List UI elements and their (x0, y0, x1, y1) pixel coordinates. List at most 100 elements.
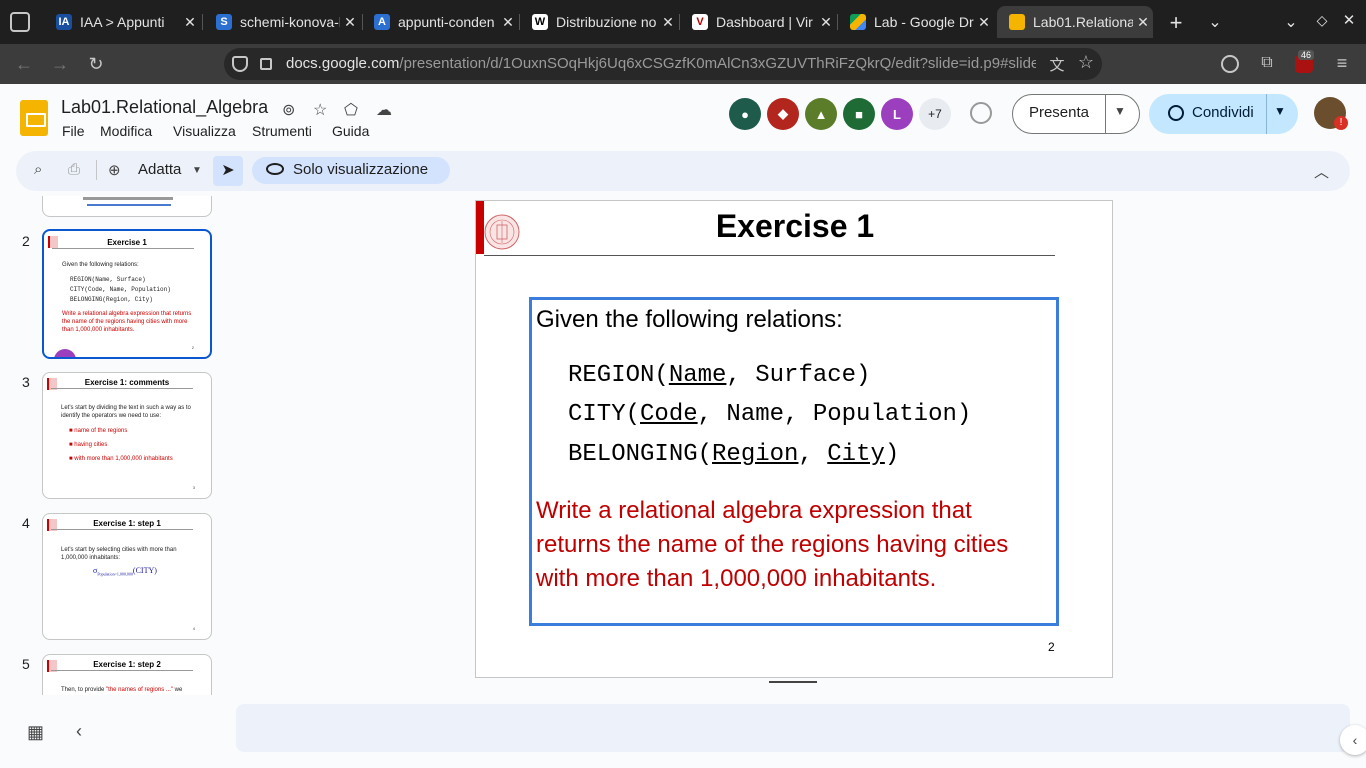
collapse-filmstrip-icon[interactable]: ‹ (76, 721, 82, 742)
globe-icon (1168, 105, 1184, 121)
share-button-label[interactable]: Condividi (1192, 104, 1254, 121)
slides-logo-icon[interactable] (20, 100, 48, 136)
shield-icon[interactable] (232, 56, 248, 72)
window-maximize-icon[interactable]: ◇ (1313, 12, 1331, 30)
translate-icon[interactable]: 文 (1047, 54, 1067, 74)
thumb-relation: REGION(Name, Surface) (70, 276, 146, 283)
menu-strumenti[interactable]: Strumenti (252, 123, 312, 139)
slide-thumbnail-3[interactable]: Exercise 1: comments Let's start by divi… (42, 372, 212, 499)
notes-resize-handle[interactable] (769, 681, 817, 683)
thumb-title: Exercise 1: step 2 (93, 660, 161, 669)
browser-tab-active[interactable]: Lab01.Relationa ✕ (997, 6, 1153, 38)
close-tab-icon[interactable]: ✕ (658, 14, 678, 31)
account-icon[interactable] (1221, 55, 1239, 73)
thumb-title: Exercise 1: comments (84, 378, 170, 387)
search-icon[interactable]: ⌕ (34, 161, 42, 178)
thumb-text: Let's start by selecting cities with mor… (61, 547, 177, 561)
zoom-icon[interactable]: ⊕ (108, 161, 121, 179)
select-cursor-button[interactable]: ➤ (213, 156, 243, 186)
slide-intro: Given the following relations: (536, 306, 843, 333)
close-tab-icon[interactable]: ✕ (816, 14, 836, 31)
relation-text: , (798, 441, 828, 468)
reload-icon[interactable]: ↻ (84, 52, 108, 76)
thumb-text-quote: "the names of regions ..." (106, 687, 173, 693)
grid-view-icon[interactable]: ▦ (27, 722, 44, 743)
move-folder-icon[interactable]: ⬠ (344, 100, 358, 120)
window-minimize-icon[interactable]: ⌄ (1282, 12, 1300, 31)
browser-tab[interactable]: IA IAA > Appunti ✕ (44, 6, 200, 38)
back-arrow-icon[interactable]: ← (12, 52, 36, 76)
thumb-title: Exercise 1: step 1 (93, 519, 161, 528)
collaborator-avatar[interactable]: ● (729, 98, 761, 130)
menu-guida[interactable]: Guida (332, 123, 369, 139)
zoom-select[interactable]: Adatta (138, 161, 181, 178)
browser-tab[interactable]: W Distribuzione no ✕ (520, 6, 678, 38)
collaborator-avatar[interactable]: ◆ (767, 98, 799, 130)
present-button-label[interactable]: Presenta (1014, 104, 1104, 121)
window-close-icon[interactable]: ✕ (1340, 11, 1358, 29)
browser-tab[interactable]: Lab - Google Dri ✕ (838, 6, 994, 38)
side-panel-toggle-icon[interactable]: ‹ (1340, 725, 1366, 755)
slide-thumbnail-1[interactable] (42, 196, 212, 217)
thumbnail-number: 4 (22, 515, 30, 531)
menu-file[interactable]: File (62, 123, 85, 139)
thumb-text: Given the following relations: (62, 262, 139, 268)
collaborator-avatar[interactable]: L (881, 98, 913, 130)
tab-search-chevron-icon[interactable]: ⌄ (1205, 12, 1225, 32)
browser-tab[interactable]: A appunti-conden ✕ (362, 6, 518, 38)
collaborator-avatar[interactable]: ■ (843, 98, 875, 130)
collapse-toolbar-icon[interactable]: ︿ (1314, 161, 1329, 182)
thumb-partial-link (87, 204, 171, 206)
lock-icon[interactable] (260, 58, 272, 70)
thumb-formula-rel: (CITY) (132, 566, 157, 575)
url-text[interactable]: docs.google.com/presentation/d/1OuxnSOqH… (286, 55, 1036, 73)
thumb-text-part: Then, to provide (61, 687, 107, 693)
close-tab-icon[interactable]: ✕ (340, 14, 360, 31)
share-divider (1266, 94, 1267, 134)
slide-thumbnail-4[interactable]: Exercise 1: step 1 Let's start by select… (42, 513, 212, 640)
version-history-icon[interactable] (970, 102, 992, 124)
slide-thumbnail-5[interactable]: Exercise 1: step 2 Then, to provide "the… (42, 654, 212, 695)
relation-text: CITY( (568, 401, 641, 428)
thumb-relation: BELONGING(Region, City) (70, 296, 153, 303)
close-tab-icon[interactable]: ✕ (180, 14, 200, 31)
menu-modifica[interactable]: Modifica (100, 123, 152, 139)
speaker-notes[interactable] (236, 704, 1350, 752)
thumbnail-number: 5 (22, 656, 30, 672)
browser-menu-icon[interactable]: ≡ (1333, 53, 1351, 73)
relation-key: Name (668, 362, 727, 389)
collaborator-avatar[interactable]: ▲ (805, 98, 837, 130)
thumb-task: Write a relational algebra expression th… (62, 311, 192, 333)
wikipedia-icon: W (532, 14, 548, 30)
browser-tab[interactable]: V Dashboard | Vir ✕ (680, 6, 836, 38)
tab-overview-icon[interactable] (10, 12, 30, 32)
browser-tab[interactable]: S schemi-konova-l ✕ (204, 6, 360, 38)
close-tab-icon[interactable]: ✕ (498, 14, 518, 31)
more-collaborators-badge[interactable]: +7 (919, 98, 951, 130)
close-tab-icon[interactable]: ✕ (974, 14, 994, 31)
warning-icon: ! (1334, 116, 1348, 130)
thumb-formula: σPopulation>1,000,000(CITY) (93, 566, 211, 579)
print-icon[interactable]: ⎙ (68, 161, 80, 178)
extensions-puzzle-icon[interactable]: ⧉ (1257, 54, 1277, 74)
tab-favicon: V (692, 14, 708, 30)
thumb-bullet: ■ having cities (69, 442, 108, 448)
menu-visualizza[interactable]: Visualizza (173, 123, 236, 139)
thumb-text-part: we (173, 687, 183, 693)
document-title[interactable]: Lab01.Relational_Algebra (61, 97, 268, 118)
cloud-saved-icon[interactable]: ☁ (376, 100, 392, 120)
thumb-title: Exercise 1 (107, 238, 147, 247)
zoom-dropdown-icon[interactable]: ▼ (192, 165, 202, 176)
url-path: /presentation/d/1OuxnSOqHkj6Uq6xCSGzfK0m… (399, 55, 1036, 72)
badge-icon[interactable]: ⊚ (282, 100, 295, 120)
forward-arrow-icon[interactable]: → (48, 52, 72, 76)
relation-belonging: BELONGING(Region, City) (568, 441, 899, 468)
share-dropdown-icon[interactable]: ▼ (1274, 104, 1286, 118)
close-tab-icon[interactable]: ✕ (1133, 14, 1153, 31)
slide-thumbnail-2[interactable]: Exercise 1 Given the following relations… (42, 229, 212, 359)
new-tab-button[interactable]: + (1165, 10, 1187, 35)
view-only-label[interactable]: Solo visualizzazione (293, 161, 428, 178)
bookmark-star-icon[interactable]: ☆ (1075, 52, 1097, 74)
present-dropdown-icon[interactable]: ▼ (1114, 104, 1126, 118)
star-icon[interactable]: ☆ (313, 100, 327, 120)
